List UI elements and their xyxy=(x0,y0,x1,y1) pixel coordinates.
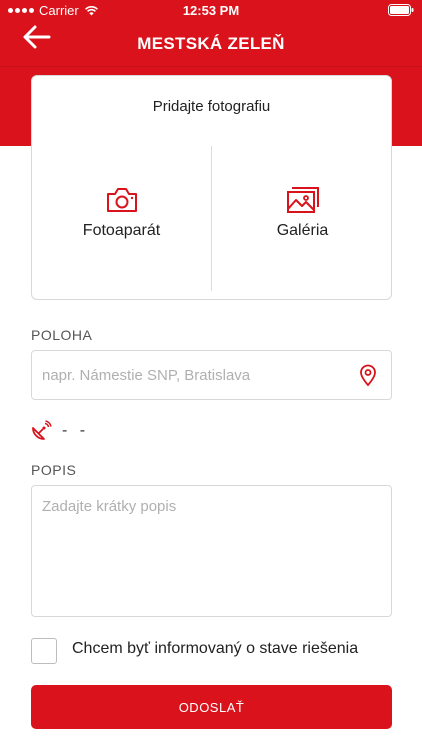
page-title: MESTSKÁ ZELEŇ xyxy=(137,34,285,53)
status-bar: Carrier 12:53 PM xyxy=(0,0,422,22)
gallery-button[interactable]: Galéria xyxy=(213,186,392,240)
satellite-dish-icon xyxy=(32,420,52,440)
description-textarea[interactable] xyxy=(31,485,392,617)
gps-row: - - xyxy=(30,420,89,442)
camera-label: Fotoaparát xyxy=(82,222,161,239)
nav-bar: MESTSKÁ ZELEŇ xyxy=(0,22,422,66)
camera-icon xyxy=(106,188,137,212)
photo-card-title: Pridajte fotografiu xyxy=(152,98,271,115)
photo-card-divider xyxy=(211,146,212,291)
location-label: POLOHA xyxy=(31,327,93,343)
battery-icon xyxy=(388,4,414,19)
location-pin-icon[interactable] xyxy=(357,363,379,387)
location-input[interactable] xyxy=(31,350,392,400)
description-label: POPIS xyxy=(31,462,77,478)
nav-divider xyxy=(0,66,422,67)
camera-button[interactable]: Fotoaparát xyxy=(32,186,211,240)
submit-button[interactable]: ODOSLAŤ xyxy=(31,685,392,729)
status-time: 12:53 PM xyxy=(182,3,240,18)
gallery-label: Galéria xyxy=(276,222,329,239)
notify-checkbox[interactable] xyxy=(31,638,57,664)
notify-checkbox-label[interactable]: Chcem byť informovaný o stave riešenia xyxy=(72,640,358,658)
photo-card: Pridajte fotografiu Fotoaparát Galéria xyxy=(31,75,392,300)
gallery-icon xyxy=(286,187,319,213)
gps-coordinates: - - xyxy=(62,422,90,439)
